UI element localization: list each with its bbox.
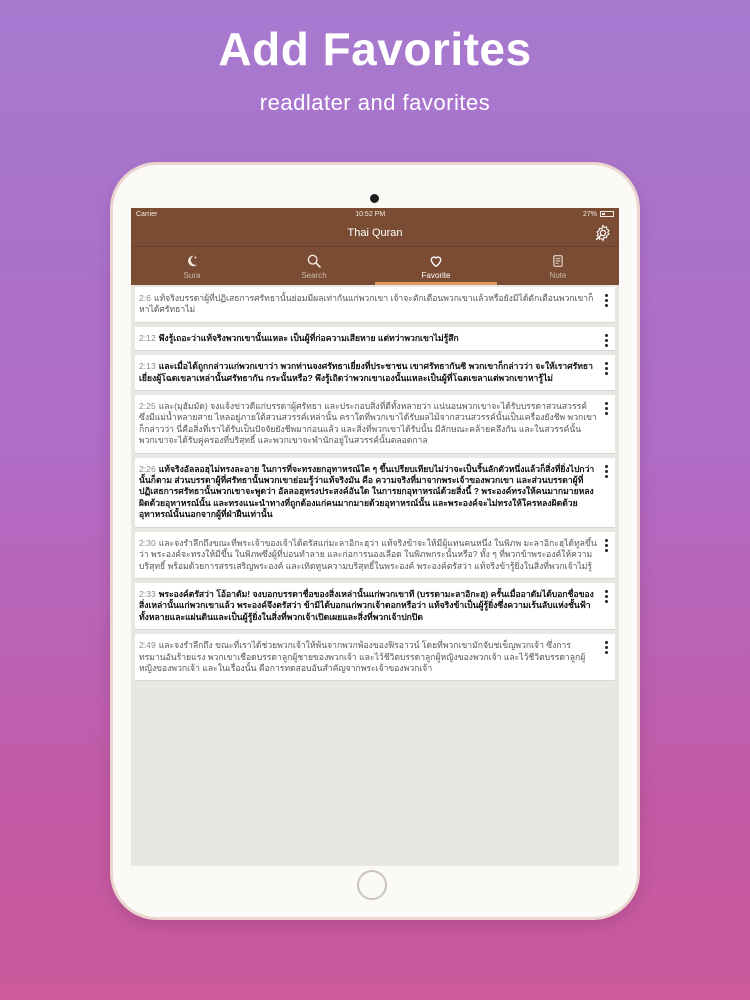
home-button[interactable] bbox=[357, 870, 387, 900]
more-options-icon[interactable] bbox=[603, 362, 609, 376]
verse-text: และจงรำลึกถึง ขณะที่เราได้ช่วยพวกเจ้าให้… bbox=[139, 640, 586, 673]
more-options-icon[interactable] bbox=[603, 464, 609, 478]
verse-number: 2:33 bbox=[139, 588, 156, 599]
verse-text: และ(มุฮัมมัด) จงแจ้งข่าวดีแก่บรรดาผู้ศรั… bbox=[139, 401, 597, 446]
more-options-icon[interactable] bbox=[603, 589, 609, 603]
verse-number: 2:30 bbox=[139, 537, 156, 548]
more-options-icon[interactable] bbox=[603, 538, 609, 552]
verse-text: แท้จริงบรรดาผู้ที่ปฏิเสธการศรัทธานั้นย่อ… bbox=[139, 293, 594, 315]
settings-button[interactable] bbox=[593, 223, 613, 243]
more-options-icon[interactable] bbox=[603, 641, 609, 655]
tab-favorite-label: Favorite bbox=[421, 270, 451, 280]
list-item[interactable]: 2:30 และจงรำลึกถึงขณะที่พระเจ้าของเจ้าได้… bbox=[135, 531, 615, 579]
note-icon bbox=[553, 254, 563, 267]
verse-text: พึงรู้เถอะว่าแท้จริงพวกเขานั้นแหละ เป็นผ… bbox=[158, 332, 459, 343]
tab-search-label: Search bbox=[301, 270, 327, 280]
carrier-label: Carrier bbox=[136, 210, 158, 218]
list-item[interactable]: 2:13 และเมื่อได้ถูกกล่าวแก่พวกเขาว่า พวกท… bbox=[135, 355, 615, 392]
heart-icon bbox=[430, 255, 442, 267]
status-time: 10:52 PM bbox=[355, 210, 386, 218]
battery-icon bbox=[600, 211, 614, 217]
more-options-icon[interactable] bbox=[603, 333, 609, 347]
hero-title: Add Favorites bbox=[218, 23, 532, 75]
app-title: Thai Quran bbox=[347, 227, 403, 239]
ipad-frame: Carrier 10:52 PM 27% Thai Quran Sura Sea… bbox=[113, 165, 637, 917]
verse-number: 2:26 bbox=[139, 463, 156, 474]
verse-text: แท้จริงอัลลอฮฺไม่ทรงละอาย ในการที่จะทรงย… bbox=[139, 463, 595, 520]
tab-search[interactable]: Search bbox=[253, 247, 375, 285]
verse-number: 2:25 bbox=[139, 401, 156, 412]
verse-number: 2:49 bbox=[139, 640, 156, 651]
tab-note[interactable]: Note bbox=[497, 247, 619, 285]
favorite-verse-list: 2:6 แท้จริงบรรดาผู้ที่ปฏิเสธการศรัทธานั้น… bbox=[131, 285, 619, 682]
more-options-icon[interactable] bbox=[603, 294, 609, 307]
tab-sura-label: Sura bbox=[183, 270, 201, 280]
hero-subtitle: readlater and favorites bbox=[259, 90, 491, 115]
verse-number: 2:12 bbox=[139, 332, 156, 343]
battery-indicator: 27% bbox=[583, 211, 614, 218]
list-item[interactable]: 2:25 และ(มุฮัมมัด) จงแจ้งข่าวดีแก่บรรดาผู… bbox=[135, 395, 615, 454]
list-item[interactable]: 2:26 แท้จริงอัลลอฮฺไม่ทรงละอาย ในการที่จะ… bbox=[135, 457, 615, 528]
tab-bar: Sura Search Favorite Note bbox=[131, 246, 619, 285]
tab-favorite[interactable]: Favorite bbox=[375, 247, 497, 285]
list-item[interactable]: 2:49 และจงรำลึกถึง ขณะที่เราได้ช่วยพวกเจ้… bbox=[135, 634, 615, 682]
verse-text: และจงรำลึกถึงขณะที่พระเจ้าของเจ้าได้ตรัส… bbox=[139, 537, 597, 571]
settings-gear-icon bbox=[595, 224, 610, 242]
more-options-icon[interactable] bbox=[603, 402, 609, 416]
verse-text: และเมื่อได้ถูกกล่าวแก่พวกเขาว่า พวกท่านจ… bbox=[139, 361, 593, 383]
camera-dot bbox=[370, 194, 379, 203]
list-item[interactable]: 2:6 แท้จริงบรรดาผู้ที่ปฏิเสธการศรัทธานั้น… bbox=[135, 287, 615, 323]
list-item[interactable]: 2:12 พึงรู้เถอะว่าแท้จริงพวกเขานั้นแหละ เ… bbox=[135, 326, 615, 352]
list-item[interactable]: 2:33 พระองค์ตรัสว่า โอ้อาดัม! จงบอกบรรดาช… bbox=[135, 582, 615, 631]
moon-icon bbox=[188, 255, 198, 266]
status-bar: Carrier 10:52 PM 27% bbox=[131, 208, 619, 220]
verse-number: 2:13 bbox=[139, 361, 156, 372]
app-screen: Carrier 10:52 PM 27% Thai Quran Sura Sea… bbox=[131, 208, 619, 866]
search-icon bbox=[307, 254, 321, 268]
nav-bar: Thai Quran bbox=[131, 220, 619, 246]
verse-number: 2:6 bbox=[139, 293, 151, 303]
tab-note-label: Note bbox=[549, 270, 567, 280]
tab-sura[interactable]: Sura bbox=[131, 247, 253, 285]
battery-percent: 27% bbox=[582, 210, 597, 218]
verse-text: พระองค์ตรัสว่า โอ้อาดัม! จงบอกบรรดาชื่อข… bbox=[139, 588, 594, 622]
